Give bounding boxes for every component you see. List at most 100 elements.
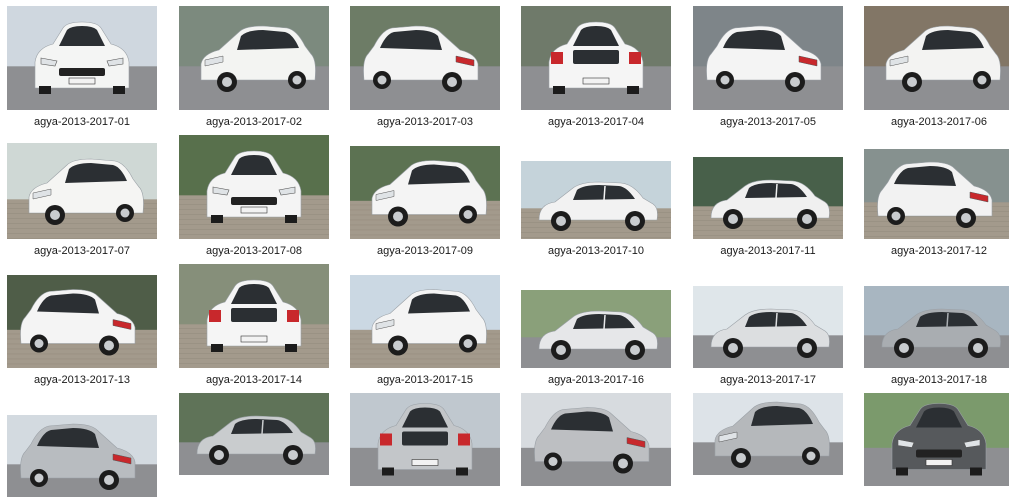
file-name-label[interactable]: agya-2013-2017-16 (511, 374, 681, 386)
file-name-label[interactable]: agya-2013-2017-10 (511, 245, 681, 257)
car-thumbnail-image[interactable] (864, 286, 1009, 368)
thumbnail-tile[interactable]: agya-2013-2017-12 (864, 135, 1009, 257)
thumbnail-frame (179, 264, 329, 368)
car-thumbnail-image[interactable] (350, 6, 500, 110)
thumbnail-frame (521, 135, 671, 239)
car-thumbnail-image[interactable] (179, 6, 329, 110)
car-thumbnail-image[interactable] (179, 393, 329, 475)
thumbnail-tile[interactable]: agya-2013-2017-11 (693, 135, 843, 257)
thumbnail-tile[interactable]: agya-2013-2017-09 (350, 135, 500, 257)
file-name-label[interactable]: agya-2013-2017-04 (511, 116, 681, 128)
car-thumbnail-image[interactable] (350, 146, 500, 239)
thumbnail-tile[interactable]: agya-2013-2017-05 (693, 6, 843, 128)
file-name-label[interactable]: agya-2013-2017-06 (854, 116, 1009, 128)
car-photo (521, 290, 671, 368)
car-thumbnail-image[interactable] (350, 393, 500, 486)
car-thumbnail-image[interactable] (179, 264, 329, 368)
car-photo (864, 393, 1009, 486)
file-name-label[interactable]: agya-2013-2017-15 (340, 374, 510, 386)
thumbnail-tile[interactable]: agya-2013-2017-14 (179, 264, 329, 386)
thumbnail-grid: agya-2013-2017-01 agya-2013-2017-02 agya-2… (0, 0, 1009, 497)
car-thumbnail-image[interactable] (179, 135, 329, 239)
thumbnail-tile[interactable]: agya-2013-2017-17 (693, 264, 843, 386)
car-photo (7, 415, 157, 497)
thumbnail-frame (350, 393, 500, 497)
car-thumbnail-image[interactable] (521, 393, 671, 486)
file-name-label[interactable]: agya-2013-2017-05 (683, 116, 853, 128)
thumbnail-frame (350, 6, 500, 110)
car-photo (521, 6, 671, 110)
car-photo (864, 149, 1009, 239)
car-photo (7, 6, 157, 110)
file-name-label[interactable]: agya-2013-2017-12 (854, 245, 1009, 257)
thumbnail-tile[interactable]: agya-2013-2017-04 (521, 6, 671, 128)
file-name-label[interactable]: agya-2013-2017-08 (169, 245, 339, 257)
thumbnail-tile[interactable]: agya-2013-2017-22 (521, 393, 671, 497)
car-thumbnail-image[interactable] (693, 286, 843, 368)
thumbnail-tile[interactable]: agya-2013-2017-06 (864, 6, 1009, 128)
thumbnail-tile[interactable]: agya-2013-2017-20 (179, 393, 329, 497)
file-name-label[interactable]: agya-2013-2017-13 (0, 374, 167, 386)
car-thumbnail-image[interactable] (7, 143, 157, 239)
thumbnail-frame (179, 135, 329, 239)
file-name-label[interactable]: agya-2013-2017-09 (340, 245, 510, 257)
car-photo (350, 6, 500, 110)
car-photo (693, 157, 843, 239)
thumbnail-tile[interactable]: agya-2013-2017-16 (521, 264, 671, 386)
thumbnail-tile[interactable]: agya-2013-2017-03 (350, 6, 500, 128)
car-thumbnail-image[interactable] (864, 393, 1009, 486)
car-thumbnail-image[interactable] (7, 415, 157, 497)
thumbnail-frame (693, 393, 843, 497)
thumbnail-frame (7, 135, 157, 239)
car-thumbnail-image[interactable] (521, 161, 671, 239)
thumbnail-tile[interactable]: agya-2013-2017-01 (7, 6, 157, 128)
thumbnail-tile[interactable]: agya-2013-2017-10 (521, 135, 671, 257)
car-thumbnail-image[interactable] (350, 275, 500, 368)
car-photo (7, 143, 157, 239)
file-name-label[interactable]: agya-2013-2017-17 (683, 374, 853, 386)
thumbnail-frame (350, 264, 500, 368)
file-name-label[interactable]: agya-2013-2017-14 (169, 374, 339, 386)
thumbnail-frame (7, 393, 157, 497)
thumbnail-tile[interactable]: agya-2013-2017-07 (7, 135, 157, 257)
file-name-label[interactable]: agya-2013-2017-02 (169, 116, 339, 128)
file-name-label[interactable]: agya-2013-2017-11 (683, 245, 853, 257)
car-thumbnail-image[interactable] (7, 275, 157, 368)
car-photo (350, 393, 500, 486)
thumbnail-frame (521, 264, 671, 368)
file-name-label[interactable]: agya-2013-2017-01 (0, 116, 167, 128)
thumbnail-frame (693, 135, 843, 239)
car-thumbnail-image[interactable] (693, 157, 843, 239)
thumbnail-tile[interactable]: agya-2013-2017-23 (693, 393, 843, 497)
thumbnail-tile[interactable]: agya-2013-2017-15 (350, 264, 500, 386)
car-photo (521, 161, 671, 239)
car-thumbnail-image[interactable] (693, 6, 843, 110)
car-thumbnail-image[interactable] (864, 6, 1009, 110)
thumbnail-tile[interactable]: agya-2013-2017-08 (179, 135, 329, 257)
car-photo (179, 264, 329, 368)
thumbnail-frame (864, 6, 1009, 110)
thumbnail-tile[interactable]: agya-2013-2017-18 (864, 264, 1009, 386)
car-thumbnail-image[interactable] (864, 149, 1009, 239)
car-thumbnail-image[interactable] (693, 393, 843, 475)
car-thumbnail-image[interactable] (521, 290, 671, 368)
car-photo (179, 6, 329, 110)
thumbnail-tile[interactable]: agya-2013-2017-24 (864, 393, 1009, 497)
car-thumbnail-image[interactable] (7, 6, 157, 110)
file-name-label[interactable]: agya-2013-2017-18 (854, 374, 1009, 386)
thumbnail-tile[interactable]: agya-2013-2017-19 (7, 393, 157, 497)
thumbnail-tile[interactable]: agya-2013-2017-21 (350, 393, 500, 497)
thumbnail-frame (7, 6, 157, 110)
car-photo (521, 393, 671, 486)
thumbnail-frame (864, 264, 1009, 368)
thumbnail-frame (521, 393, 671, 497)
file-name-label[interactable]: agya-2013-2017-07 (0, 245, 167, 257)
thumbnail-frame (693, 6, 843, 110)
car-photo (693, 286, 843, 368)
car-photo (7, 275, 157, 368)
thumbnail-tile[interactable]: agya-2013-2017-13 (7, 264, 157, 386)
thumbnail-frame (864, 135, 1009, 239)
file-name-label[interactable]: agya-2013-2017-03 (340, 116, 510, 128)
car-thumbnail-image[interactable] (521, 6, 671, 110)
thumbnail-tile[interactable]: agya-2013-2017-02 (179, 6, 329, 128)
